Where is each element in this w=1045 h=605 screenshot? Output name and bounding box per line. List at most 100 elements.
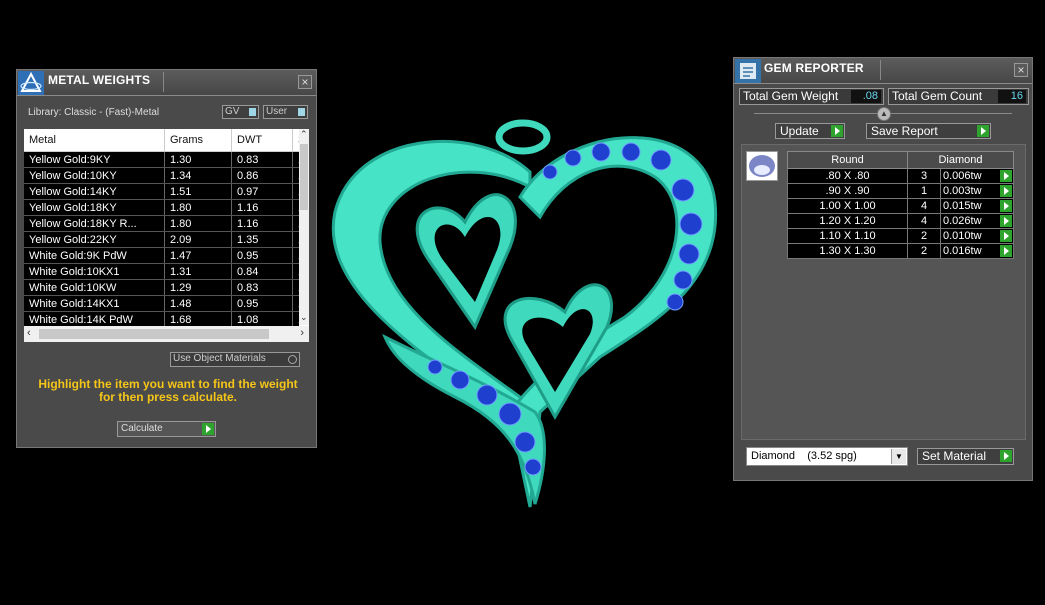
user-toggle[interactable]: User <box>263 105 308 119</box>
use-object-materials-toggle[interactable]: Use Object Materials <box>170 352 300 367</box>
matrix-logo-icon <box>18 71 44 95</box>
metal-table-header[interactable]: Grams <box>164 129 232 152</box>
gem-row[interactable]: 1.20 X 1.20 4 0.026tw <box>787 213 1014 229</box>
set-material-button[interactable]: Set Material <box>917 448 1014 465</box>
gem-cell-text: 1.30 X 1.30 <box>819 245 876 257</box>
table-row[interactable]: Yellow Gold:14KY1.510.9712.88 <box>24 183 299 200</box>
gem-cell: 0.026tw <box>940 213 1014 229</box>
gv-toggle[interactable]: GV <box>222 105 259 119</box>
table-cell: 0.97 <box>231 183 293 200</box>
table-cell: White Gold:14KX1 <box>24 295 165 312</box>
gem-cell: 1.30 X 1.30 <box>787 243 908 259</box>
table-cell: 1.80 <box>164 215 232 232</box>
gem-list-area: Round Diamond .80 X .80 3 0.006tw .90 X .90… <box>741 144 1026 440</box>
table-row[interactable]: White Gold:9K PdW1.470.9512.59 <box>24 247 299 264</box>
play-arrow-icon[interactable] <box>1000 245 1012 257</box>
table-row[interactable]: Yellow Gold:10KY1.340.8611.45 <box>24 167 299 184</box>
metal-table-container: MetalGramsDWTSPG Yellow Gold:9KY1.300.83… <box>24 129 309 342</box>
gem-reporter-logo-icon <box>735 59 761 83</box>
save-report-label: Save Report <box>871 124 938 138</box>
play-arrow-icon[interactable] <box>1000 200 1012 212</box>
play-arrow-icon <box>831 125 843 137</box>
scroll-right-icon[interactable]: › <box>300 327 304 339</box>
scroll-up-icon[interactable]: ⌃ <box>300 129 308 140</box>
table-cell: 1.31 <box>164 263 232 280</box>
gem-row[interactable]: .90 X .90 1 0.003tw <box>787 183 1014 199</box>
total-gem-count-value: 16 <box>998 90 1026 103</box>
gem-cell: 1 <box>907 183 941 199</box>
table-row[interactable]: White Gold:10KX11.310.8411.18 <box>24 263 299 280</box>
update-button[interactable]: Update <box>775 123 845 139</box>
collapse-icon[interactable]: ▲ <box>877 107 891 121</box>
calculate-button[interactable]: Calculate <box>117 421 216 437</box>
gem-cell-text: 0.015tw <box>943 200 982 212</box>
table-cell: 1.80 <box>164 199 232 216</box>
table-cell: 1.08 <box>231 311 293 326</box>
table-cell: Yellow Gold:9KY <box>24 151 165 168</box>
gem-reporter-panel: GEM REPORTER × Total Gem Weight .08 Tota… <box>733 57 1033 481</box>
table-cell: 1.34 <box>164 167 232 184</box>
close-icon[interactable]: × <box>1014 63 1028 77</box>
table-row[interactable]: Yellow Gold:22KY2.091.3517.89 <box>24 231 299 248</box>
table-cell: 0.95 <box>231 295 293 312</box>
gem-row[interactable]: 1.30 X 1.30 2 0.016tw <box>787 243 1014 259</box>
gem-cell: 4 <box>907 198 941 214</box>
round-gem-icon[interactable] <box>746 151 778 181</box>
metal-table-header[interactable]: Metal <box>24 129 165 152</box>
gem-cell-text: 0.026tw <box>943 215 982 227</box>
total-gem-count-label: Total Gem Count <box>892 89 983 103</box>
metal-table-horizontal-scrollbar[interactable]: ‹ › <box>24 326 309 342</box>
material-select[interactable]: Diamond (3.52 spg) ▼ <box>746 447 908 466</box>
chevron-down-icon[interactable]: ▼ <box>891 449 906 464</box>
metal-table-vertical-scrollbar[interactable]: ⌃ ⌄ <box>299 129 309 325</box>
play-arrow-icon[interactable] <box>1000 170 1012 182</box>
gem-cell: .90 X .90 <box>787 183 908 199</box>
table-row[interactable]: White Gold:14K PdW1.681.0814.37 <box>24 311 299 326</box>
table-row[interactable]: Yellow Gold:18KY R...1.801.1615.41 <box>24 215 299 232</box>
play-arrow-icon[interactable] <box>1000 215 1012 227</box>
gem-row[interactable]: 1.10 X 1.10 2 0.010tw <box>787 228 1014 244</box>
calculate-label: Calculate <box>121 423 163 434</box>
gem-row[interactable]: .80 X .80 3 0.006tw <box>787 168 1014 184</box>
gem-cell: 0.010tw <box>940 228 1014 244</box>
play-arrow-icon[interactable] <box>1000 185 1012 197</box>
metal-table-header[interactable]: DWT <box>231 129 293 152</box>
gem-cell: .80 X .80 <box>787 168 908 184</box>
table-row[interactable]: White Gold:14KX11.480.9512.61 <box>24 295 299 312</box>
metal-weights-title: METAL WEIGHTS <box>48 73 151 87</box>
gem-cell: 3 <box>907 168 941 184</box>
gem-cell-text: 1.10 X 1.10 <box>819 230 876 242</box>
table-cell: 2.09 <box>164 231 232 248</box>
gem-reporter-titlebar[interactable]: GEM REPORTER × <box>734 58 1032 84</box>
table-cell: 0.83 <box>231 279 293 296</box>
horizontal-scroll-thumb[interactable] <box>39 329 269 339</box>
play-arrow-icon[interactable] <box>1000 230 1012 242</box>
gem-row[interactable]: 1.00 X 1.00 4 0.015tw <box>787 198 1014 214</box>
metal-weights-panel: METAL WEIGHTS × Library: Classic - (Fast… <box>16 69 317 448</box>
close-icon[interactable]: × <box>298 75 312 89</box>
gem-cell-text: 2 <box>920 245 928 257</box>
table-cell: 1.48 <box>164 295 232 312</box>
total-gem-count-field: Total Gem Count 16 <box>888 88 1029 105</box>
gem-cell: 0.015tw <box>940 198 1014 214</box>
table-cell: 1.16 <box>231 199 293 216</box>
table-row[interactable]: Yellow Gold:18KY1.801.1615.41 <box>24 199 299 216</box>
play-arrow-icon <box>977 125 989 137</box>
scroll-down-icon[interactable]: ⌄ <box>300 312 308 323</box>
play-arrow-icon <box>202 423 214 435</box>
save-report-button[interactable]: Save Report <box>866 123 991 139</box>
gv-label: GV <box>225 106 240 117</box>
table-cell: White Gold:10KW <box>24 279 165 296</box>
table-cell: 1.16 <box>231 215 293 232</box>
scroll-left-icon[interactable]: ‹ <box>27 327 31 339</box>
table-cell: 0.95 <box>231 247 293 264</box>
table-cell: Yellow Gold:22KY <box>24 231 165 248</box>
table-cell: 0.83 <box>231 151 293 168</box>
metal-weights-titlebar[interactable]: METAL WEIGHTS × <box>17 70 316 96</box>
table-row[interactable]: Yellow Gold:9KY1.300.8311.08 <box>24 151 299 168</box>
vertical-scroll-thumb[interactable] <box>300 144 308 210</box>
play-arrow-icon <box>1000 450 1012 462</box>
heart-pendant-model[interactable] <box>325 112 725 512</box>
gem-table: Round Diamond .80 X .80 3 0.006tw .90 X .90… <box>787 151 1014 259</box>
table-row[interactable]: White Gold:10KW1.290.8310.99 <box>24 279 299 296</box>
